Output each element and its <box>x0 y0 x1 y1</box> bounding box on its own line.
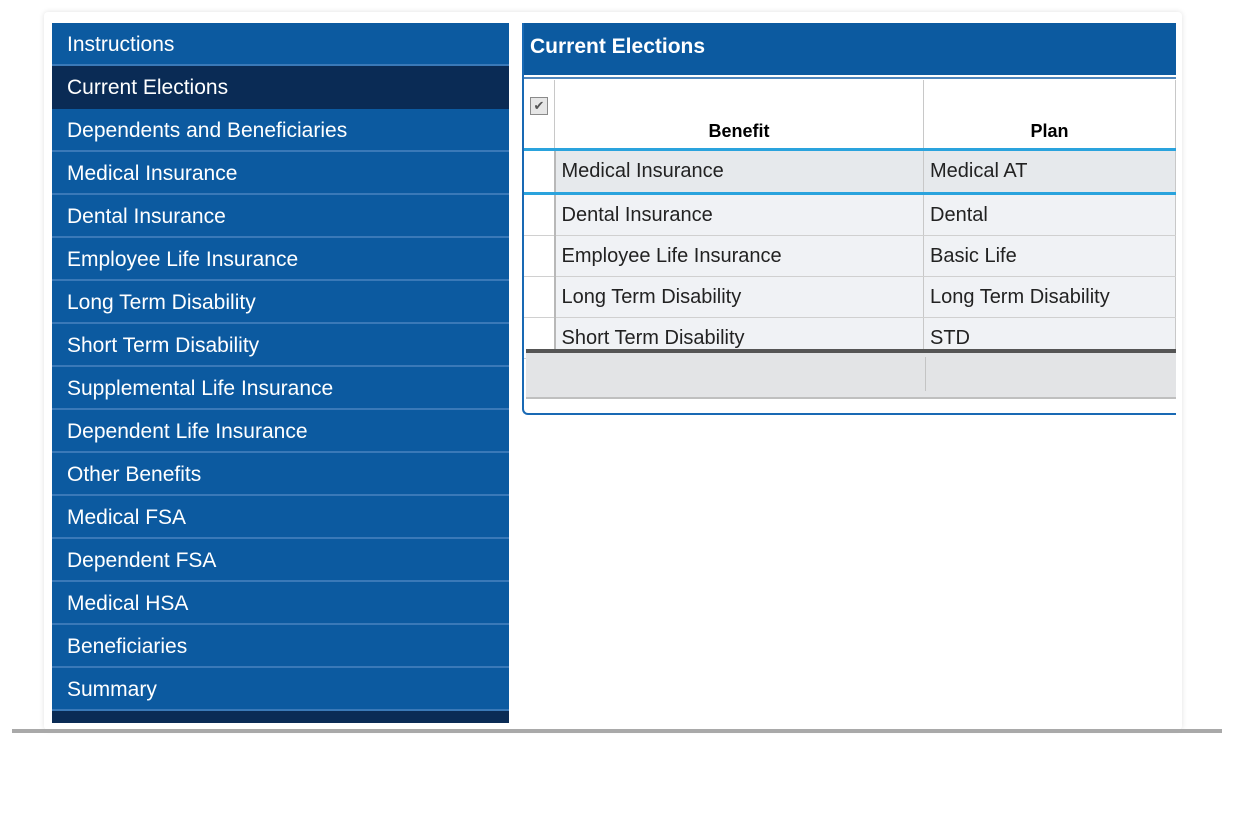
cell-plan: Basic Life <box>923 235 1176 277</box>
row-selector[interactable] <box>524 193 556 236</box>
footer-divider <box>925 357 926 391</box>
sidebar-item-dependent-fsa[interactable]: Dependent FSA <box>52 539 509 582</box>
sidebar-item-dental-insurance[interactable]: Dental Insurance <box>52 195 509 238</box>
table-row[interactable]: Long Term Disability Long Term Disabilit… <box>524 276 1176 318</box>
sidebar-item-dependent-life-insurance[interactable]: Dependent Life Insurance <box>52 410 509 453</box>
row-selector[interactable] <box>524 276 556 318</box>
column-header-benefit[interactable]: Benefit <box>554 80 924 151</box>
table-row[interactable]: Employee Life Insurance Basic Life <box>524 235 1176 277</box>
cell-plan: Dental <box>923 193 1176 236</box>
cell-benefit: Dental Insurance <box>554 193 924 236</box>
sidebar-item-current-elections[interactable]: Current Elections <box>52 66 509 109</box>
sidebar-item-medical-hsa[interactable]: Medical HSA <box>52 582 509 625</box>
sidebar-item-medical-fsa[interactable]: Medical FSA <box>52 496 509 539</box>
sidebar-item-medical-insurance[interactable]: Medical Insurance <box>52 152 509 195</box>
bottom-divider <box>12 729 1222 733</box>
cell-plan: Medical AT <box>923 149 1176 195</box>
sidebar-item-summary[interactable]: Summary <box>52 668 509 711</box>
sidebar-item-short-term-disability[interactable]: Short Term Disability <box>52 324 509 367</box>
table-footer <box>526 349 1176 399</box>
sidebar-item-other-benefits[interactable]: Other Benefits <box>52 453 509 496</box>
table-row[interactable]: Medical Insurance Medical AT <box>524 149 1176 195</box>
select-all-cell[interactable]: ✔ <box>524 80 555 151</box>
cell-benefit: Employee Life Insurance <box>554 235 924 277</box>
row-selector[interactable] <box>524 149 556 195</box>
row-selector[interactable] <box>524 235 556 277</box>
column-header-plan[interactable]: Plan <box>923 80 1176 151</box>
current-elections-panel: Current Elections ✔ Benefit Plan Medical… <box>522 23 1176 415</box>
sidebar-item-supplemental-life-insurance[interactable]: Supplemental Life Insurance <box>52 367 509 410</box>
checkbox-check-icon[interactable]: ✔ <box>530 97 548 115</box>
sidebar-item-beneficiaries[interactable]: Beneficiaries <box>52 625 509 668</box>
sidebar-item-dependents-and-beneficiaries[interactable]: Dependents and Beneficiaries <box>52 109 509 152</box>
elections-table: ✔ Benefit Plan Medical Insurance Medical… <box>524 80 1176 359</box>
table-row[interactable]: Dental Insurance Dental <box>524 193 1176 236</box>
cell-benefit: Long Term Disability <box>554 276 924 318</box>
sidebar-item-instructions[interactable]: Instructions <box>52 23 509 66</box>
sidebar-nav: Instructions Current Elections Dependent… <box>52 23 509 723</box>
sidebar-item-employee-life-insurance[interactable]: Employee Life Insurance <box>52 238 509 281</box>
cell-plan: Long Term Disability <box>923 276 1176 318</box>
table-header-row: ✔ Benefit Plan <box>524 80 1176 151</box>
sidebar-item-long-term-disability[interactable]: Long Term Disability <box>52 281 509 324</box>
sidebar-footer <box>52 711 509 723</box>
cell-benefit: Medical Insurance <box>554 149 924 195</box>
panel-title: Current Elections <box>524 23 1176 77</box>
